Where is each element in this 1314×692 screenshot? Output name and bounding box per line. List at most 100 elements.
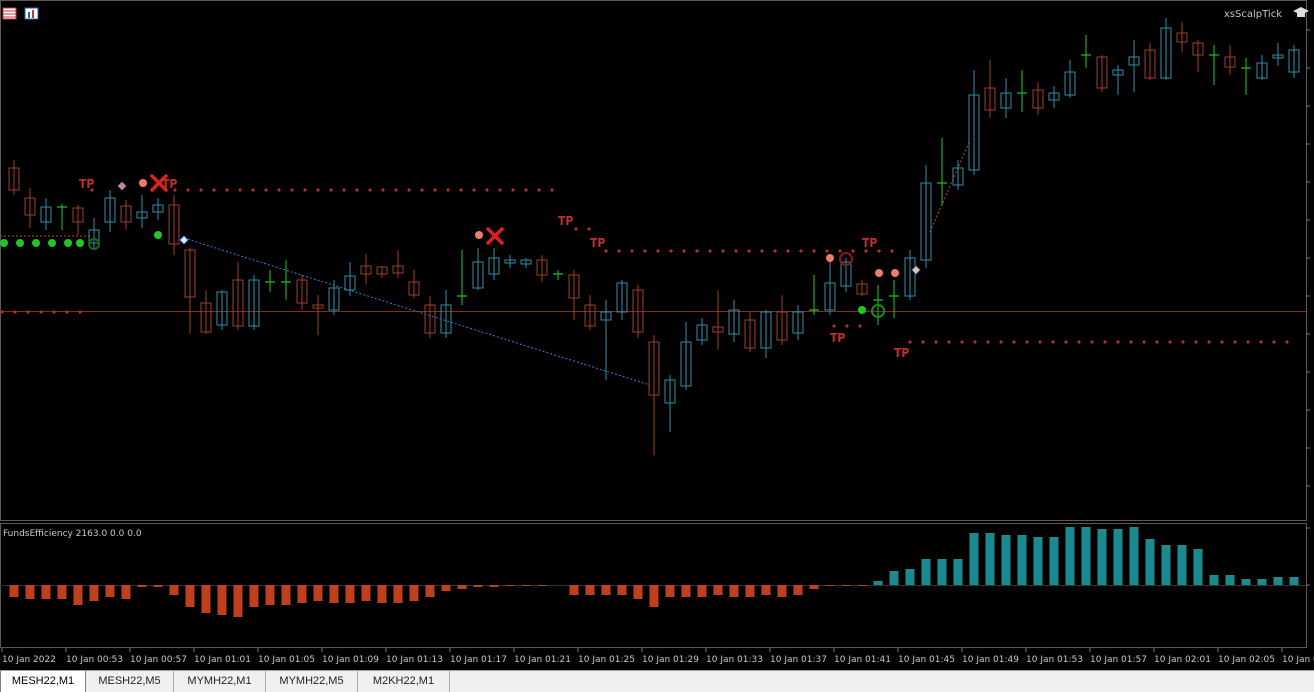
stop-dot	[524, 188, 528, 192]
funds-bar	[777, 585, 787, 597]
funds-bar	[1065, 527, 1075, 585]
chart-icon[interactable]	[24, 7, 39, 20]
candle	[24, 188, 36, 228]
signal-dot-green	[32, 239, 40, 247]
funds-bar	[665, 585, 675, 597]
funds-bar	[1257, 579, 1267, 585]
funds-bar	[1273, 577, 1283, 585]
stop-dot	[52, 310, 56, 314]
funds-bar	[57, 585, 67, 599]
tab-mymh22-m1[interactable]: MYMH22,M1	[174, 671, 266, 692]
time-axis-label: 10 Jan 01:05	[258, 655, 315, 665]
candle	[216, 290, 228, 330]
stop-dot	[947, 340, 951, 344]
stop-dot	[1025, 340, 1029, 344]
subwindow-label: FundsEfficiency 2163.0 0.0 0.0	[3, 529, 142, 539]
stop-dot	[574, 227, 578, 231]
symbol-tab-bar: MESH22,M1 MESH22,M5 MYMH22,M1 MYMH22,M5 …	[0, 670, 1314, 692]
funds-bar	[1129, 527, 1139, 585]
time-axis-label: 10 Jan 01:17	[450, 655, 507, 665]
funds-bar	[89, 585, 99, 601]
stop-dot	[786, 249, 790, 253]
funds-histogram	[9, 527, 1299, 617]
stop-dot	[845, 324, 849, 328]
funds-bar	[873, 581, 883, 585]
stop-dot	[78, 310, 82, 314]
funds-bar	[73, 585, 83, 605]
funds-bar	[297, 585, 307, 603]
signal-dot-salmon	[475, 231, 483, 239]
tp-label: TP	[162, 177, 177, 191]
funds-bar	[1017, 535, 1027, 585]
stop-dot	[303, 188, 307, 192]
candle	[568, 270, 580, 320]
candle	[616, 280, 628, 320]
candle	[184, 248, 196, 334]
stop-dot	[908, 340, 912, 344]
stop-dot	[1129, 340, 1133, 344]
funds-bar	[857, 585, 867, 586]
stop-dot	[1090, 340, 1094, 344]
stop-dot	[381, 188, 385, 192]
price-chart[interactable]: TP TPTPTP TPTPTP 10 Jan 2022 10 Jan 00:53 10…	[0, 0, 1314, 670]
stop-dot	[799, 249, 803, 253]
tab-m2kh22-m1[interactable]: M2KH22,M1	[358, 671, 450, 692]
tp-label: TP	[558, 214, 573, 228]
candle	[472, 248, 484, 290]
funds-bar	[169, 585, 179, 595]
time-axis-label: 10 Jan 01:57	[1090, 655, 1147, 665]
signal-dot-green	[48, 239, 56, 247]
candle	[344, 262, 356, 296]
funds-bar	[953, 559, 963, 585]
signal-dot-salmon	[139, 179, 147, 187]
time-axis-label: 10 Jan 02:05	[1218, 655, 1275, 665]
signal-dot-green	[16, 239, 24, 247]
stop-dot	[342, 188, 346, 192]
stop-dot-lines	[0, 188, 1289, 344]
time-axis-label: 10 Jan 01:01	[194, 655, 251, 665]
stop-dot	[537, 188, 541, 192]
stop-dot	[760, 249, 764, 253]
stop-dot	[1142, 340, 1146, 344]
stop-dot	[355, 188, 359, 192]
stop-dot	[39, 310, 43, 314]
candle	[1224, 45, 1236, 75]
candle	[136, 195, 148, 228]
stop-dot	[1012, 340, 1016, 344]
stop-dot	[199, 188, 203, 192]
stop-dot	[446, 188, 450, 192]
candle	[1064, 60, 1076, 98]
table-icon[interactable]	[2, 7, 17, 20]
funds-bar	[425, 585, 435, 597]
time-axis-label: 10 Jan 01:29	[642, 655, 699, 665]
funds-bar	[457, 585, 467, 589]
funds-bar	[377, 585, 387, 603]
candle	[1000, 78, 1012, 118]
tab-mymh22-m5[interactable]: MYMH22,M5	[266, 671, 358, 692]
candle	[504, 255, 516, 268]
stop-dot	[1285, 340, 1289, 344]
stop-dot	[921, 340, 925, 344]
stop-dot	[890, 249, 894, 253]
candle	[1081, 35, 1091, 68]
funds-bar	[473, 585, 483, 587]
funds-bar	[1001, 535, 1011, 585]
candle	[1192, 40, 1204, 72]
candle	[536, 255, 548, 282]
tab-mesh22-m1[interactable]: MESH22,M1	[0, 671, 86, 692]
stop-dot	[1116, 340, 1120, 344]
tab-mesh22-m5[interactable]: MESH22,M5	[86, 671, 174, 692]
stop-dot	[1038, 340, 1042, 344]
funds-bar	[1193, 549, 1203, 585]
funds-bar	[1145, 539, 1155, 585]
chart-area[interactable]: TP TP TP TP TP TP TP 10 Jan 2022 10 Jan 00:53 10…	[0, 0, 1314, 670]
candle	[824, 255, 836, 315]
stop-dot	[1051, 340, 1055, 344]
candle	[664, 375, 676, 432]
stop-dot	[550, 188, 554, 192]
funds-bar	[489, 585, 499, 587]
time-axis-label: 10 Jan 01:09	[322, 655, 379, 665]
stop-dot	[617, 249, 621, 253]
candle	[1112, 65, 1124, 95]
stop-dot	[1207, 340, 1211, 344]
